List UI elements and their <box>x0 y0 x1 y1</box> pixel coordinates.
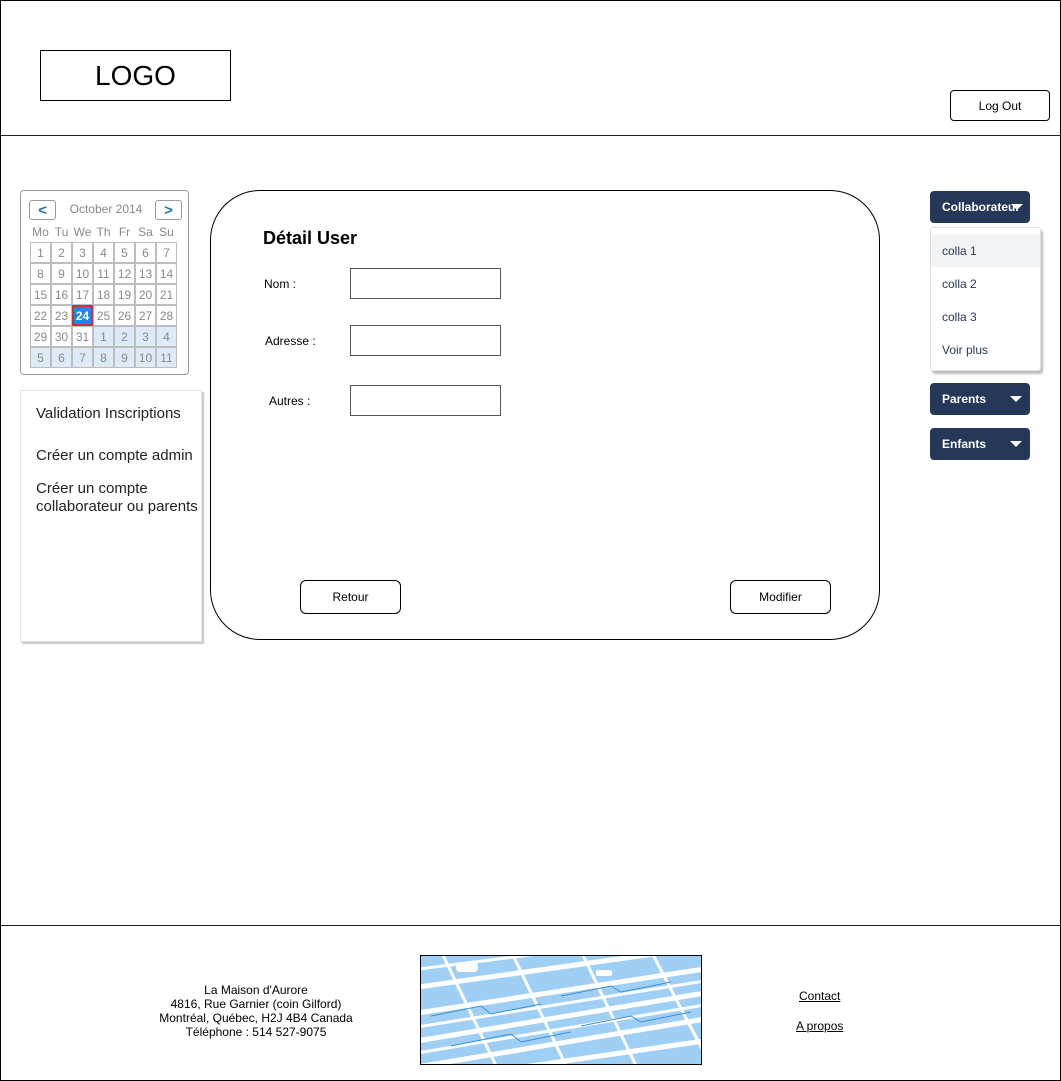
calendar-day[interactable]: 10 <box>135 347 156 368</box>
calendar-day[interactable]: 12 <box>114 263 135 284</box>
calendar-day[interactable]: 2 <box>51 242 72 263</box>
dropdown-item-colla-2[interactable]: colla 2 <box>931 267 1040 300</box>
calendar-day[interactable]: 16 <box>51 284 72 305</box>
autres-label: Autres : <box>269 394 311 408</box>
calendar-day[interactable]: 2 <box>114 326 135 347</box>
address-city: Montréal, Québec, H2J 4B4 Canada <box>159 1011 353 1025</box>
calendar-weekday-header: Th <box>96 224 111 239</box>
parents-dropdown-label: Parents <box>942 392 987 406</box>
calendar-day[interactable]: 3 <box>72 242 93 263</box>
footer-divider <box>0 925 1061 926</box>
dropdown-item-voir-plus[interactable]: Voir plus <box>931 333 1040 366</box>
adresse-input[interactable] <box>350 325 501 356</box>
logo: LOGO <box>40 50 231 101</box>
calendar-day[interactable]: 6 <box>135 242 156 263</box>
calendar-widget: < October 2014 > Mo Tu We Th Fr Sa Su 1 2 3 4 5 6 7 8 9… <box>20 190 189 375</box>
parents-dropdown-button[interactable]: Parents <box>930 383 1030 415</box>
calendar-day[interactable]: 17 <box>72 284 93 305</box>
calendar-day[interactable]: 26 <box>114 305 135 326</box>
calendar-weekday-header: Sa <box>138 224 153 239</box>
calendar-day[interactable]: 14 <box>156 263 177 284</box>
nom-label: Nom : <box>264 277 297 291</box>
logo-text: LOGO <box>95 59 176 91</box>
calendar-day[interactable]: 7 <box>156 242 177 263</box>
page-title: Détail User <box>263 228 358 248</box>
calendar-weekday-header: Su <box>159 224 174 239</box>
dropdown-item-colla-3[interactable]: colla 3 <box>931 300 1040 333</box>
map-streets-graphic <box>421 956 701 1064</box>
calendar-day[interactable]: 25 <box>93 305 114 326</box>
calendar-day[interactable]: 6 <box>51 347 72 368</box>
calendar-day[interactable]: 30 <box>51 326 72 347</box>
calendar-day[interactable]: 9 <box>51 263 72 284</box>
logout-button[interactable]: Log Out <box>950 90 1050 121</box>
contact-link[interactable]: Contact <box>799 989 840 1003</box>
calendar-day[interactable]: 8 <box>30 263 51 284</box>
calendar-day[interactable]: 11 <box>93 263 114 284</box>
calendar-day[interactable]: 20 <box>135 284 156 305</box>
calendar-next-button[interactable]: > <box>155 200 182 220</box>
menu-item-create-collaborator-parent[interactable]: Créer un compte collaborateur ou parents <box>36 480 202 516</box>
chevron-down-icon <box>1011 204 1023 210</box>
edit-button[interactable]: Modifier <box>730 580 831 614</box>
address-name: La Maison d'Aurore <box>204 983 308 997</box>
calendar-month-label: October 2014 <box>69 202 143 216</box>
autres-input[interactable] <box>350 385 501 416</box>
calendar-day[interactable]: 31 <box>72 326 93 347</box>
calendar-day[interactable]: 21 <box>156 284 177 305</box>
about-link[interactable]: A propos <box>796 1019 843 1033</box>
chevron-down-icon <box>1010 396 1022 402</box>
calendar-weekday-header: We <box>73 224 92 239</box>
header-divider <box>0 135 1061 136</box>
user-detail-panel: Détail User Nom : Adresse : Autres : Ret… <box>210 190 880 640</box>
calendar-prev-button[interactable]: < <box>29 200 56 220</box>
nom-input[interactable] <box>350 268 501 299</box>
address-phone: Téléphone : 514 527-9075 <box>185 1025 327 1039</box>
footer-address: La Maison d'Aurore 4816, Rue Garnier (co… <box>150 983 362 1039</box>
collaborateur-dropdown-button[interactable]: Collaborateur <box>930 191 1030 223</box>
dropdown-item-colla-1[interactable]: colla 1 <box>931 234 1040 267</box>
calendar-day[interactable]: 10 <box>72 263 93 284</box>
calendar-day[interactable]: 8 <box>93 347 114 368</box>
calendar-day[interactable]: 18 <box>93 284 114 305</box>
calendar-day[interactable]: 1 <box>93 326 114 347</box>
calendar-day[interactable]: 5 <box>30 347 51 368</box>
map-image[interactable] <box>420 955 702 1065</box>
calendar-day[interactable]: 5 <box>114 242 135 263</box>
calendar-day-selected[interactable]: 24 <box>72 305 93 326</box>
calendar-day[interactable]: 9 <box>114 347 135 368</box>
chevron-down-icon <box>1010 441 1022 447</box>
calendar-day[interactable]: 27 <box>135 305 156 326</box>
calendar-day[interactable]: 4 <box>156 326 177 347</box>
calendar-day[interactable]: 28 <box>156 305 177 326</box>
calendar-day[interactable]: 13 <box>135 263 156 284</box>
adresse-label: Adresse : <box>265 334 316 348</box>
calendar-weekday-header: Tu <box>54 224 69 239</box>
back-button[interactable]: Retour <box>300 580 401 614</box>
enfants-dropdown-button[interactable]: Enfants <box>930 428 1030 460</box>
collaborateur-dropdown-menu: colla 1 colla 2 colla 3 Voir plus <box>930 227 1041 371</box>
calendar-day[interactable]: 7 <box>72 347 93 368</box>
calendar-day[interactable]: 1 <box>30 242 51 263</box>
calendar-day[interactable]: 4 <box>93 242 114 263</box>
collaborateur-dropdown-label: Collaborateur <box>942 200 1021 214</box>
calendar-day[interactable]: 19 <box>114 284 135 305</box>
calendar-day[interactable]: 3 <box>135 326 156 347</box>
address-street: 4816, Rue Garnier (coin Gilford) <box>170 997 342 1011</box>
enfants-dropdown-label: Enfants <box>942 437 987 451</box>
calendar-day[interactable]: 22 <box>30 305 51 326</box>
calendar-weekday-header: Mo <box>32 224 49 239</box>
calendar-day[interactable]: 29 <box>30 326 51 347</box>
calendar-day[interactable]: 23 <box>51 305 72 326</box>
calendar-weekday-header: Fr <box>118 224 131 239</box>
menu-item-validation-inscriptions[interactable]: Validation Inscriptions <box>36 405 181 423</box>
calendar-day[interactable]: 15 <box>30 284 51 305</box>
admin-menu: Validation Inscriptions Créer un compte … <box>20 390 202 642</box>
menu-item-create-admin[interactable]: Créer un compte admin <box>36 447 193 465</box>
calendar-day[interactable]: 11 <box>156 347 177 368</box>
